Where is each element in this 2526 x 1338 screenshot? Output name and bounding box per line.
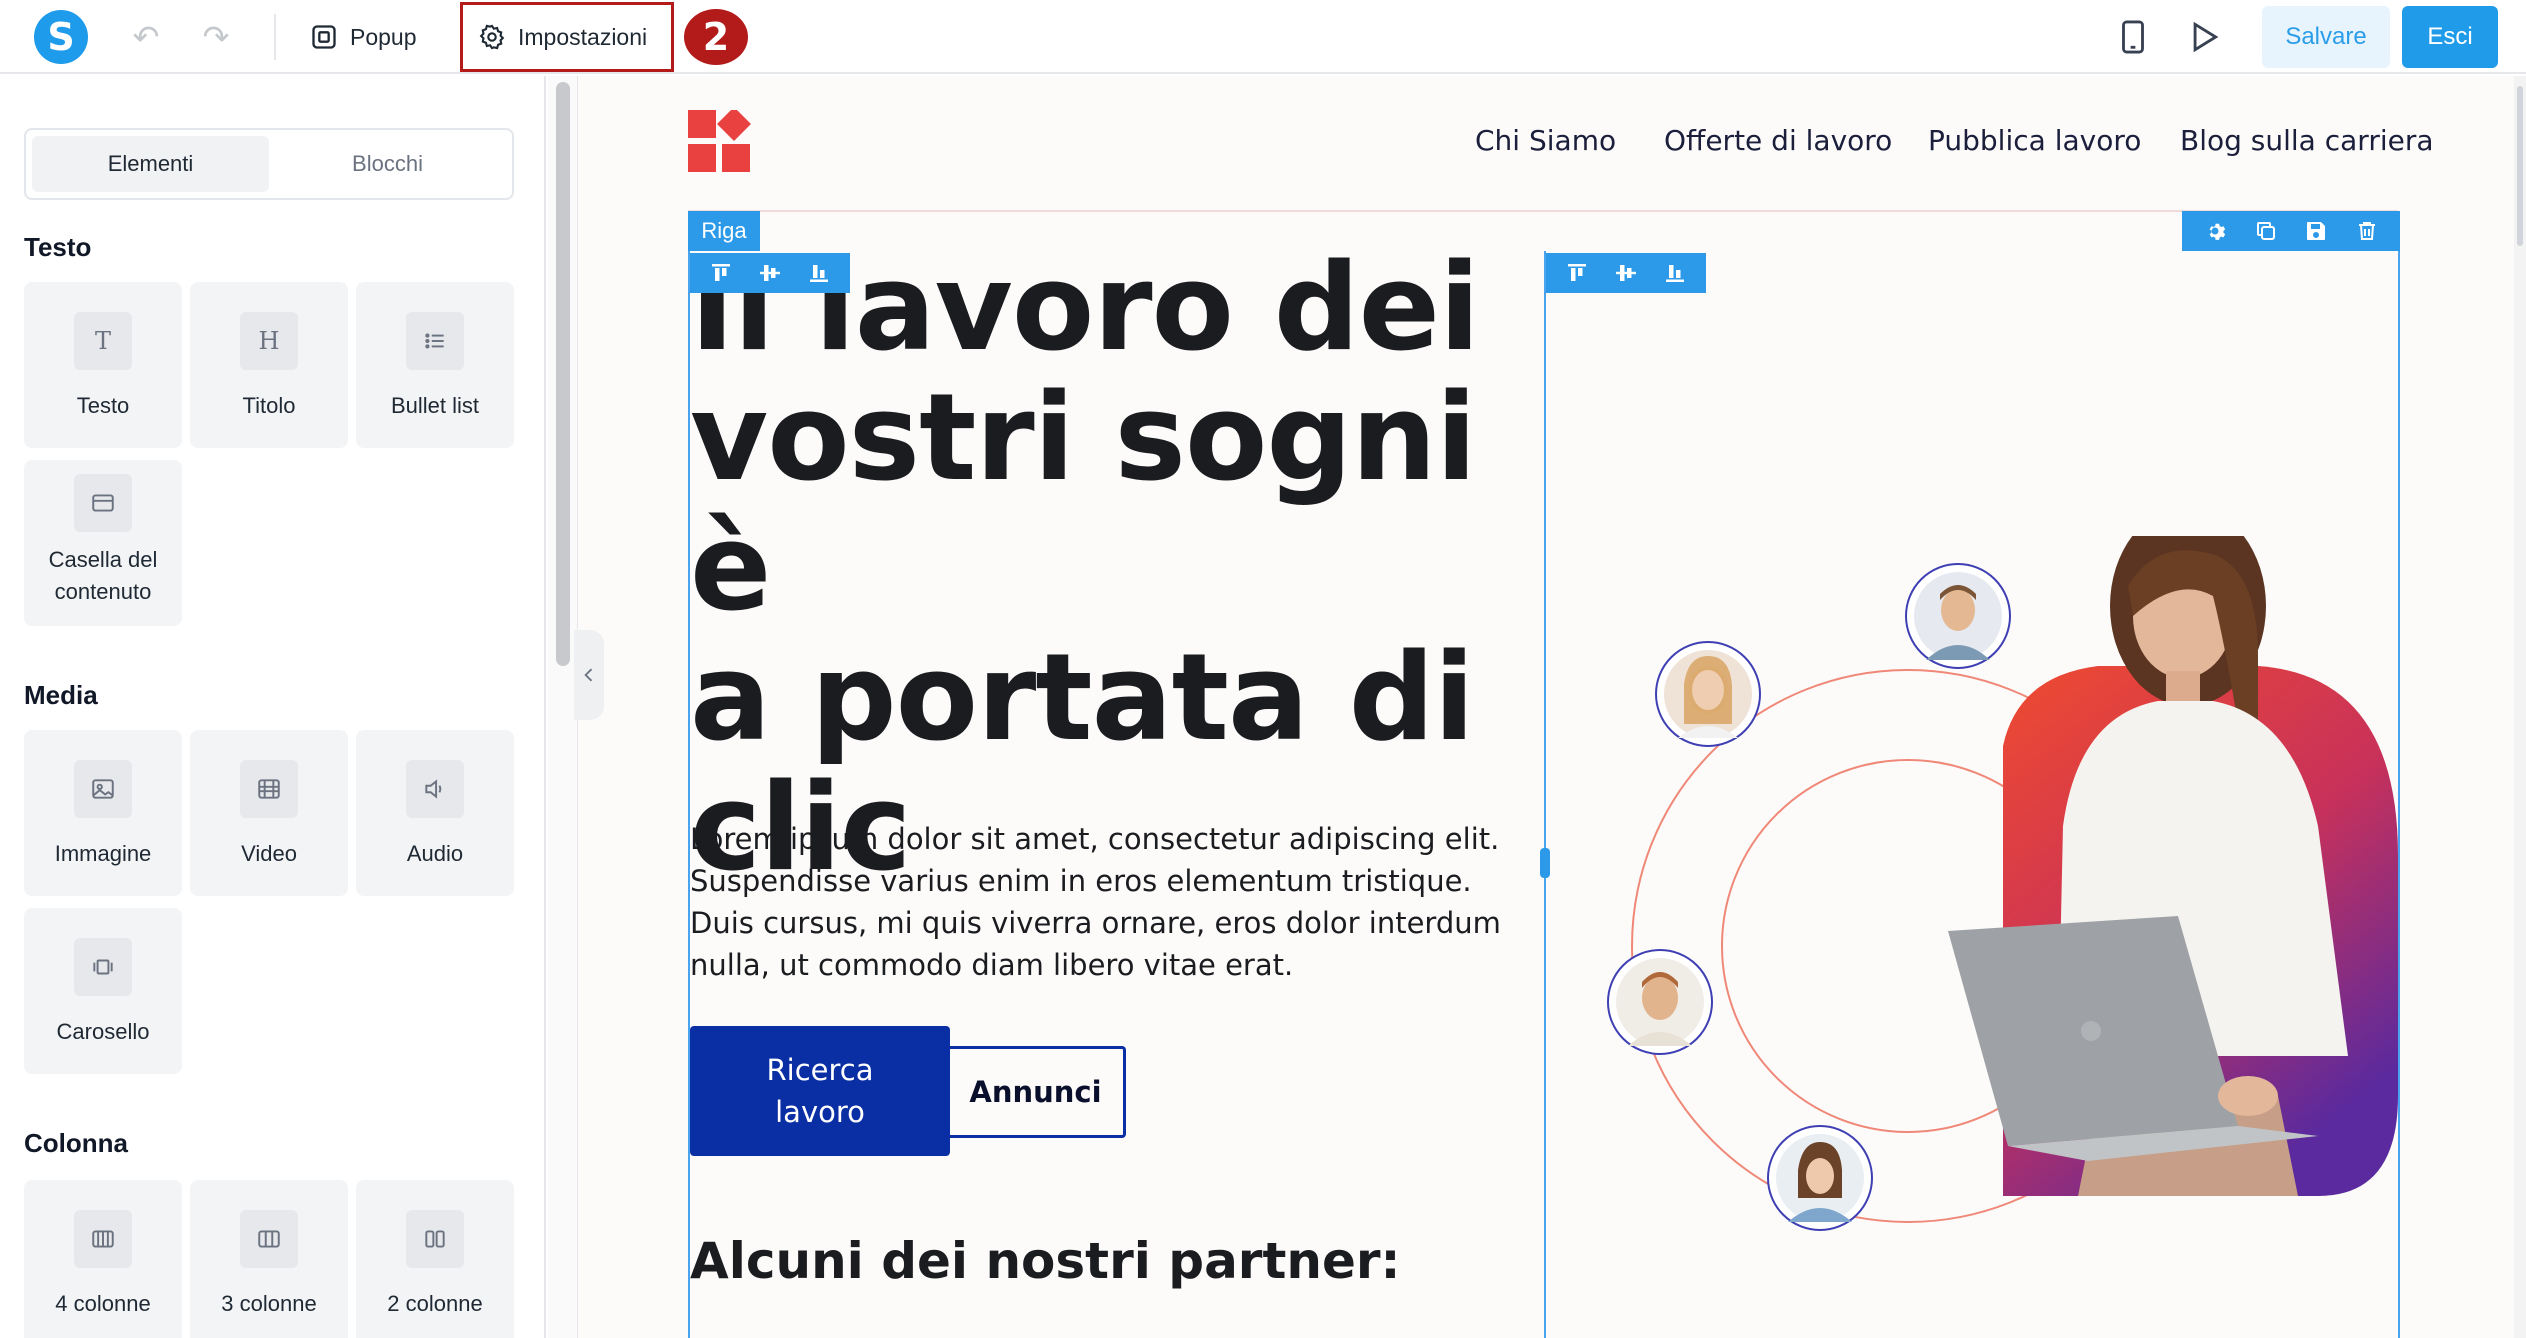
list-icon bbox=[406, 312, 464, 370]
site-logo-icon[interactable] bbox=[688, 110, 752, 172]
element-tile-video[interactable]: Video bbox=[190, 730, 348, 896]
step-badge: 2 bbox=[684, 9, 748, 65]
popup-icon bbox=[312, 25, 336, 49]
row-duplicate-icon[interactable] bbox=[2254, 219, 2278, 243]
row-tag[interactable]: Riga bbox=[688, 211, 760, 251]
two-columns-icon bbox=[406, 1210, 464, 1268]
video-icon bbox=[240, 760, 298, 818]
element-tile-4-colonne[interactable]: 4 colonne bbox=[24, 1180, 182, 1338]
column-divider bbox=[1544, 251, 1546, 1338]
tile-label: Audio bbox=[406, 841, 464, 866]
tile-label: Testo bbox=[76, 393, 130, 418]
settings-highlight-frame bbox=[460, 2, 674, 72]
row-save-icon[interactable] bbox=[2304, 219, 2328, 243]
nav-link-blog-sulla-carriera[interactable]: Blog sulla carriera bbox=[2180, 124, 2434, 157]
column-resize-handle[interactable] bbox=[1540, 848, 1550, 878]
canvas-scrollbar[interactable] bbox=[2514, 76, 2526, 1338]
tile-label: Titolo bbox=[242, 393, 296, 418]
tab-blocchi[interactable]: Blocchi bbox=[269, 136, 506, 192]
primary-button-line: lavoro bbox=[775, 1095, 865, 1129]
top-toolbar: S ↶ ↷ Popup Impostazioni 2 Salvare Esci bbox=[0, 0, 2526, 74]
audio-icon bbox=[406, 760, 464, 818]
section-title-media: Media bbox=[24, 680, 98, 710]
play-preview-icon[interactable] bbox=[2184, 18, 2222, 56]
align-top-icon[interactable] bbox=[709, 261, 733, 285]
section-title-colonna: Colonna bbox=[24, 1128, 128, 1158]
content-box-icon bbox=[74, 474, 132, 532]
column-1-toolbar bbox=[690, 253, 850, 293]
hero-illustration[interactable] bbox=[1558, 536, 2398, 1256]
section-title-testo: Testo bbox=[24, 232, 92, 262]
row-settings-gear-icon[interactable] bbox=[2203, 219, 2227, 243]
exit-button[interactable]: Esci bbox=[2402, 6, 2498, 68]
nav-link-pubblica-lavoro[interactable]: Pubblica lavoro bbox=[1928, 124, 2141, 157]
tile-label: Video bbox=[241, 841, 297, 866]
elements-panel: Elementi Blocchi Testo T Testo H Titolo … bbox=[0, 76, 546, 1338]
element-tile-testo[interactable]: T Testo bbox=[24, 282, 182, 448]
carousel-icon bbox=[74, 938, 132, 996]
chevron-left-icon bbox=[584, 668, 593, 682]
toolbar-divider bbox=[274, 14, 276, 60]
nav-link-offerte-di-lavoro[interactable]: Offerte di lavoro bbox=[1664, 124, 1892, 157]
editor-canvas[interactable]: Chi Siamo Offerte di lavoro Pubblica lav… bbox=[578, 76, 2514, 1338]
panel-tab-switcher: Elementi Blocchi bbox=[24, 128, 514, 200]
tile-label: 3 colonne bbox=[221, 1291, 317, 1316]
popup-button[interactable]: Popup bbox=[296, 14, 431, 60]
row-toolbar bbox=[2182, 211, 2400, 251]
tile-label: Bullet list bbox=[390, 393, 480, 418]
align-middle-icon[interactable] bbox=[1614, 261, 1638, 285]
align-middle-icon[interactable] bbox=[758, 261, 782, 285]
ricerca-lavoro-button[interactable]: Ricerca lavoro bbox=[690, 1026, 950, 1156]
align-top-icon[interactable] bbox=[1565, 261, 1589, 285]
three-columns-icon bbox=[240, 1210, 298, 1268]
element-tile-immagine[interactable]: Immagine bbox=[24, 730, 182, 896]
mobile-preview-icon[interactable] bbox=[2114, 18, 2152, 56]
align-bottom-icon[interactable] bbox=[1663, 261, 1687, 285]
hero-description[interactable]: Lorem ipsum dolor sit amet, consectetur … bbox=[690, 818, 1510, 986]
element-tile-3-colonne[interactable]: 3 colonne bbox=[190, 1180, 348, 1338]
tile-label: Carosello bbox=[56, 1019, 150, 1044]
four-columns-icon bbox=[74, 1210, 132, 1268]
tab-elementi[interactable]: Elementi bbox=[32, 136, 269, 192]
row-delete-trash-icon[interactable] bbox=[2355, 219, 2379, 243]
tile-label: Casella del contenuto bbox=[48, 547, 158, 604]
panel-scrollbar-thumb[interactable] bbox=[556, 82, 570, 666]
partners-heading[interactable]: Alcuni dei nostri partner: bbox=[690, 1232, 1401, 1290]
nav-link-chi-siamo[interactable]: Chi Siamo bbox=[1475, 124, 1616, 157]
element-tile-titolo[interactable]: H Titolo bbox=[190, 282, 348, 448]
tile-label: 4 colonne bbox=[55, 1291, 151, 1316]
image-icon bbox=[74, 760, 132, 818]
save-button[interactable]: Salvare bbox=[2262, 6, 2390, 68]
element-tile-carosello[interactable]: Carosello bbox=[24, 908, 182, 1074]
popup-label: Popup bbox=[350, 23, 417, 50]
redo-icon[interactable]: ↷ bbox=[196, 17, 236, 57]
heading-icon: H bbox=[240, 312, 298, 370]
annunci-button[interactable]: Annunci bbox=[948, 1046, 1126, 1138]
tile-label: 2 colonne bbox=[387, 1291, 483, 1316]
text-icon: T bbox=[74, 312, 132, 370]
header-divider bbox=[688, 210, 2398, 212]
collapse-panel-button[interactable] bbox=[574, 630, 604, 720]
element-tile-audio[interactable]: Audio bbox=[356, 730, 514, 896]
canvas-scrollbar-thumb[interactable] bbox=[2517, 86, 2523, 246]
tile-label: Immagine bbox=[54, 841, 152, 866]
undo-icon[interactable]: ↶ bbox=[126, 17, 166, 57]
column-2-toolbar bbox=[1546, 253, 1706, 293]
primary-button-line: Ricerca bbox=[766, 1053, 874, 1087]
element-tile-bullet-list[interactable]: Bullet list bbox=[356, 282, 514, 448]
align-bottom-icon[interactable] bbox=[807, 261, 831, 285]
app-logo[interactable]: S bbox=[34, 10, 88, 64]
element-tile-casella-del-contenuto[interactable]: Casella del contenuto bbox=[24, 460, 182, 626]
element-tile-2-colonne[interactable]: 2 colonne bbox=[356, 1180, 514, 1338]
